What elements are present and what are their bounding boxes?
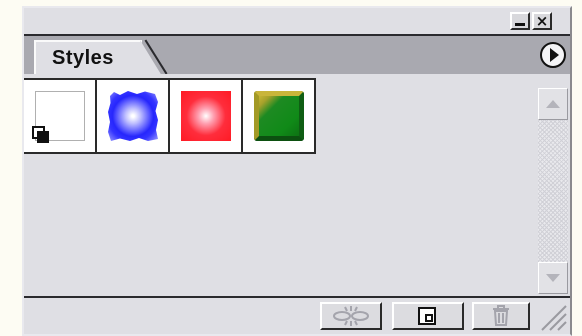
default-style-icon-front	[37, 131, 49, 143]
new-style-icon	[418, 307, 436, 325]
delete-style-button[interactable]	[472, 302, 530, 330]
close-button[interactable]: ×	[532, 12, 552, 30]
style-swatch-default[interactable]	[24, 80, 97, 152]
new-style-button[interactable]	[392, 302, 464, 330]
tab-edge	[140, 40, 162, 76]
palette-footer	[24, 296, 570, 334]
styles-palette: × Styles	[22, 6, 572, 336]
tab-strip: Styles	[24, 34, 570, 76]
swatch-row	[24, 78, 316, 154]
resize-grip-icon[interactable]	[538, 302, 568, 332]
red-radial-square	[181, 91, 231, 141]
break-link-icon	[333, 306, 369, 326]
style-swatch-red-glow[interactable]	[170, 80, 243, 152]
palette-menu-button[interactable]	[540, 42, 566, 68]
vertical-scrollbar[interactable]	[532, 74, 570, 296]
scroll-track[interactable]	[538, 120, 568, 262]
trash-icon	[493, 305, 509, 326]
tab-label: Styles	[52, 47, 114, 69]
break-link-button[interactable]	[320, 302, 382, 330]
green-bevel-edge	[254, 91, 304, 141]
scroll-up-button[interactable]	[538, 88, 568, 120]
minimize-button[interactable]	[510, 12, 530, 30]
arrow-up-icon	[546, 100, 560, 108]
circle-right-arrow-icon	[550, 48, 559, 62]
style-swatch-green-bevel[interactable]	[243, 80, 316, 152]
close-icon: ×	[535, 11, 549, 30]
blue-fuzzy-square	[108, 91, 158, 141]
scroll-down-button[interactable]	[538, 262, 568, 294]
style-swatch-blue-glow[interactable]	[97, 80, 170, 152]
palette-title-bar[interactable]: ×	[24, 8, 570, 34]
minimize-icon	[515, 22, 525, 26]
tab-styles[interactable]: Styles	[34, 40, 142, 76]
arrow-down-icon	[546, 274, 560, 282]
styles-list	[24, 74, 532, 296]
